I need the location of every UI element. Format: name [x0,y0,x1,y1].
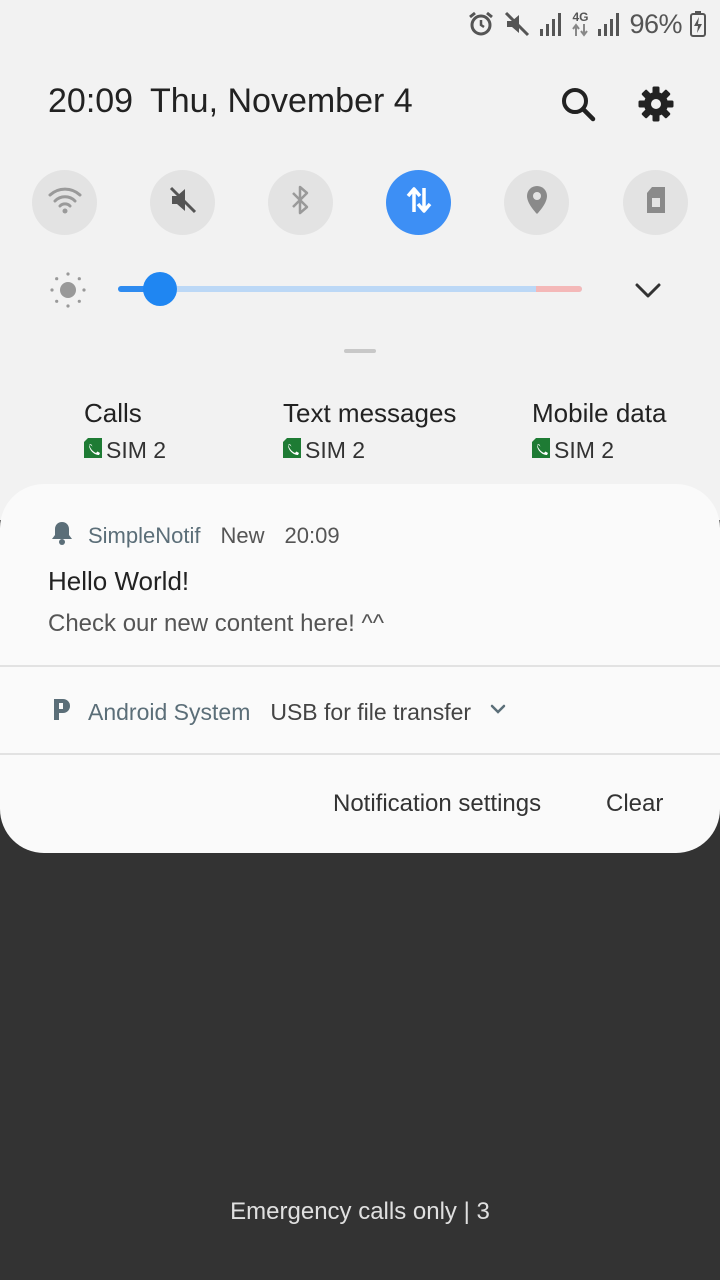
sim-phone-icon [532,437,550,464]
sim-calls-label: SIM 2 [106,437,167,463]
chevron-down-icon[interactable] [628,272,668,308]
4g-data-icon: 4G [571,11,589,37]
clock-time: 20:09 [48,82,134,120]
sim-data-label: SIM 2 [554,437,615,463]
alarm-icon [467,10,495,38]
sim-data-title: Mobile data [532,398,667,428]
system-app-name: Android System [88,698,251,725]
signal-icon-2 [597,11,621,37]
bell-icon [50,520,74,552]
drag-handle[interactable] [344,349,376,353]
location-toggle[interactable] [504,170,569,235]
sound-toggle[interactable] [150,170,215,235]
mobile-data-toggle[interactable] [386,170,451,235]
sim-calls-title: Calls [84,398,142,428]
location-icon [524,184,550,221]
clear-button[interactable]: Clear [606,790,663,818]
bluetooth-icon [289,184,313,221]
notification-app-name: SimpleNotif [88,523,201,548]
sim-card-toggle[interactable] [623,170,688,235]
status-bar: 4G 96% [467,6,706,42]
clock-date: Thu, November 4 [150,82,413,120]
sim-calls[interactable]: Calls SIM 2 [84,398,166,464]
sim-phone-icon [283,437,301,464]
sim-card-icon [644,185,668,220]
notification-header[interactable]: SimpleNotif New 20:09 [50,520,340,552]
brightness-icon [48,270,88,310]
sim-phone-icon [84,437,102,464]
mute-icon [503,10,531,38]
search-icon[interactable] [556,82,600,126]
carrier-status-text: Emergency calls only | 3 [230,1198,490,1225]
notification-settings-button[interactable]: Notification settings [333,790,541,818]
gear-icon[interactable] [634,82,678,126]
battery-percent: 96% [629,8,682,39]
brightness-slider[interactable] [118,286,582,292]
bluetooth-toggle[interactable] [268,170,333,235]
divider [0,753,720,755]
divider [0,665,720,667]
brightness-warning-zone [536,286,582,292]
sim-text-messages[interactable]: Text messages SIM 2 [283,398,456,464]
sim-text-label: SIM 2 [305,437,366,463]
notification-title[interactable]: Hello World! [48,566,189,597]
android-system-icon [50,696,74,728]
notification-time: 20:09 [284,523,340,548]
signal-icon [539,11,563,37]
battery-charging-icon [690,11,706,37]
wifi-icon [48,185,82,220]
system-notification[interactable]: Android System USB for file transfer [50,696,509,728]
notification-body[interactable]: Check our new content here! ^^ [48,610,384,638]
notification-new-badge: New [220,523,265,548]
data-arrows-icon [404,185,434,220]
brightness-thumb[interactable] [142,272,177,306]
chevron-down-icon[interactable] [471,698,509,726]
quick-toggles [32,170,688,236]
wifi-toggle[interactable] [32,170,97,235]
system-notification-text: USB for file transfer [270,698,472,725]
network-type-label: 4G [572,10,589,24]
sim-text-title: Text messages [283,398,457,428]
mute-icon [168,185,198,220]
sim-mobile-data[interactable]: Mobile data SIM 2 [532,398,666,464]
